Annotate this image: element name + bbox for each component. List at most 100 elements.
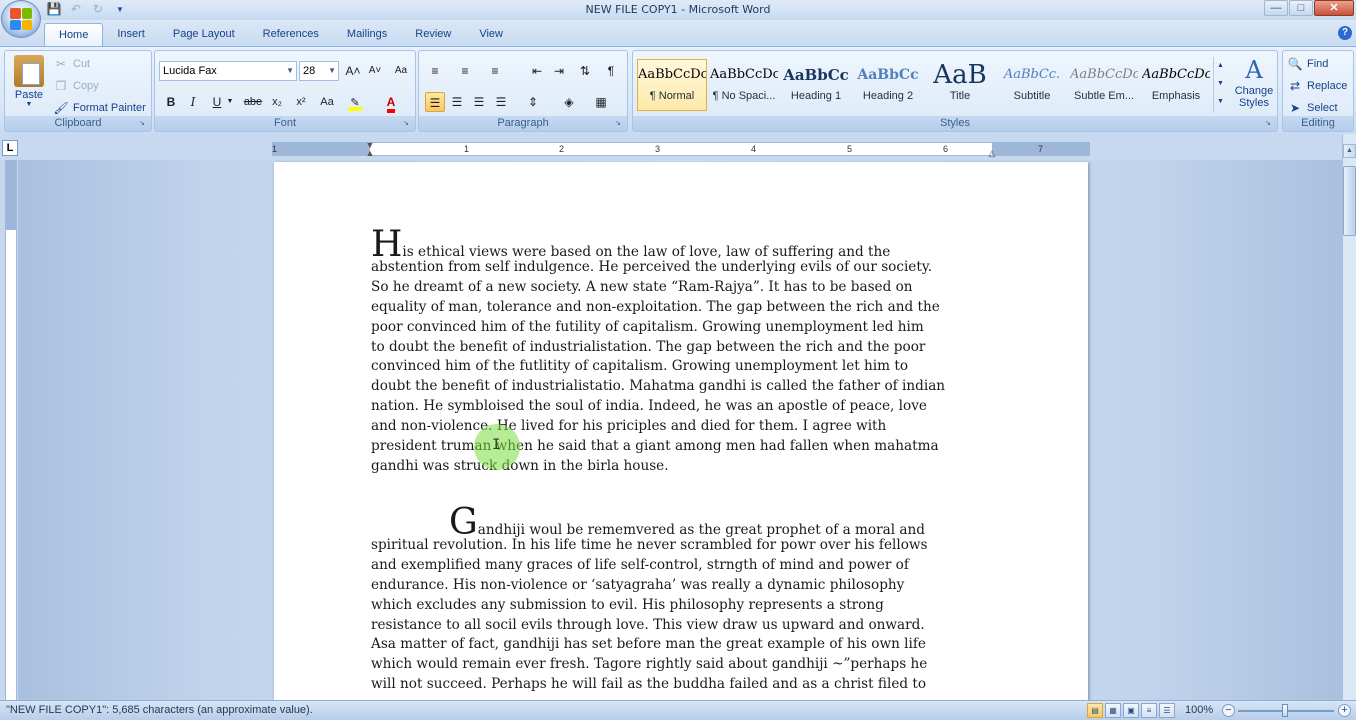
outline-icon[interactable]: ≡ <box>1141 703 1157 718</box>
document-page[interactable]: His ethical views were based on the law … <box>274 162 1088 700</box>
shading-icon[interactable]: ◈ <box>559 92 579 112</box>
paragraph-launcher-icon[interactable]: ↘ <box>615 119 624 128</box>
increase-indent-icon[interactable]: ⇥ <box>549 61 569 81</box>
font-size-combo[interactable]: 28 ▼ <box>299 61 339 81</box>
select-button[interactable]: ➤ Select <box>1287 99 1338 117</box>
clipboard-launcher-icon[interactable]: ↘ <box>139 119 148 128</box>
tab-review[interactable]: Review <box>401 23 465 46</box>
superscript-button[interactable]: x² <box>291 92 311 112</box>
zoom-level[interactable]: 100% <box>1185 704 1213 716</box>
format-painter-button[interactable]: 🖌 Format Painter <box>53 99 145 117</box>
style-sample: AaBbCc <box>857 67 919 83</box>
copy-button[interactable]: ❐ Copy <box>53 77 99 95</box>
style-sample: AaBbCcDc <box>710 67 778 82</box>
full-screen-reading-icon[interactable]: ▦ <box>1105 703 1121 718</box>
tab-selector[interactable]: L <box>2 140 18 156</box>
help-icon[interactable]: ? <box>1338 26 1352 40</box>
tab-home[interactable]: Home <box>44 23 104 46</box>
tab-insert[interactable]: Insert <box>103 23 159 46</box>
styles-scroll[interactable]: ▲ ▼ ▼ <box>1213 57 1227 113</box>
scroll-up-icon[interactable]: ▲ <box>1343 144 1356 158</box>
vertical-ruler[interactable] <box>5 160 17 700</box>
save-icon[interactable]: 💾 <box>46 2 62 17</box>
print-layout-icon[interactable]: ▤ <box>1087 703 1103 718</box>
style-subtitle[interactable]: AaBbCc. Subtitle <box>997 59 1067 111</box>
chevron-down-icon[interactable]: ▼ <box>1214 75 1227 93</box>
style-heading-2[interactable]: AaBbCc Heading 2 <box>853 59 923 111</box>
borders-icon[interactable]: ▦ <box>591 92 611 112</box>
customize-qat-icon[interactable]: ▼ <box>112 2 128 17</box>
web-layout-icon[interactable]: ▣ <box>1123 703 1139 718</box>
tab-page-layout[interactable]: Page Layout <box>159 23 249 46</box>
right-indent-marker[interactable]: △ <box>987 149 997 158</box>
justify-icon[interactable]: ☰ <box>491 92 511 112</box>
style-no-spacing[interactable]: AaBbCcDc ¶ No Spaci... <box>709 59 779 111</box>
style-title[interactable]: AaB Title <box>925 59 995 111</box>
zoom-slider-thumb[interactable] <box>1282 704 1288 717</box>
strikethrough-button[interactable]: abe <box>241 92 265 112</box>
style-heading-1[interactable]: AaBbCc Heading 1 <box>781 59 851 111</box>
zoom-out-icon[interactable]: − <box>1222 704 1235 717</box>
status-bar: "NEW FILE COPY1": 5,685 characters (an a… <box>0 700 1356 720</box>
minimize-button[interactable]: — <box>1264 0 1288 16</box>
cut-button[interactable]: ✂ Cut <box>53 55 90 73</box>
vertical-scrollbar[interactable]: ▲ <box>1342 134 1356 700</box>
decrease-indent-icon[interactable]: ⇤ <box>527 61 547 81</box>
paste-icon <box>14 55 44 87</box>
show-hide-button[interactable]: ¶ <box>601 61 621 81</box>
text-line: and non-violence. He lived for his prici… <box>371 418 887 435</box>
align-right-icon[interactable]: ☰ <box>469 92 489 112</box>
subscript-button[interactable]: x₂ <box>267 92 287 112</box>
tab-references[interactable]: References <box>249 23 333 46</box>
font-name-combo[interactable]: Lucida Fax ▼ <box>159 61 297 81</box>
align-left-icon[interactable]: ☰ <box>425 92 445 112</box>
replace-label: Replace <box>1307 80 1348 92</box>
shrink-font-button[interactable]: A˅ <box>365 61 385 81</box>
paragraph-1[interactable]: His ethical views were based on the law … <box>371 227 1011 477</box>
office-button[interactable] <box>1 0 41 38</box>
hanging-indent-marker[interactable]: ▲ <box>365 149 375 158</box>
binoculars-icon: 🔍 <box>1287 57 1303 71</box>
paste-label: Paste <box>14 89 44 101</box>
font-launcher-icon[interactable]: ↘ <box>403 119 412 128</box>
paragraph-2[interactable]: Gandhiji woul be rememvered as the great… <box>371 505 1011 695</box>
find-button[interactable]: 🔍 Find <box>1287 55 1329 73</box>
text-line: to doubt the benefit of industrialistati… <box>371 338 926 355</box>
italic-button[interactable]: I <box>183 92 203 112</box>
align-center-icon[interactable]: ☰ <box>447 92 467 112</box>
bullets-icon[interactable]: ≡ <box>425 61 445 81</box>
highlight-icon[interactable]: ✎ <box>345 92 365 112</box>
bold-button[interactable]: B <box>161 92 181 112</box>
chevron-down-icon[interactable]: ▼ <box>225 92 235 112</box>
grow-font-button[interactable]: A˄ <box>343 61 363 81</box>
tab-mailings[interactable]: Mailings <box>333 23 401 46</box>
style-normal[interactable]: AaBbCcDc ¶ Normal <box>637 59 707 111</box>
sort-icon[interactable]: ⇅ <box>575 61 595 81</box>
font-color-icon[interactable]: A <box>381 92 401 113</box>
style-emphasis[interactable]: AaBbCcDc Emphasis <box>1141 59 1211 111</box>
redo-icon[interactable]: ↻ <box>90 2 106 17</box>
replace-button[interactable]: ⇄ Replace <box>1287 77 1347 95</box>
numbering-icon[interactable]: ≡ <box>455 61 475 81</box>
close-button[interactable]: ✕ <box>1314 0 1354 16</box>
horizontal-ruler[interactable]: 1 1 2 3 4 5 6 7 ▼ ▲ △ <box>272 141 1090 158</box>
line-spacing-icon[interactable]: ⇕ <box>523 92 543 112</box>
underline-button[interactable]: U <box>207 92 227 112</box>
multilevel-list-icon[interactable]: ≡ <box>485 61 505 81</box>
scrollbar-thumb[interactable] <box>1343 166 1356 236</box>
maximize-button[interactable]: □ <box>1289 0 1313 16</box>
zoom-in-icon[interactable]: + <box>1338 704 1351 717</box>
style-subtle-emphasis[interactable]: AaBbCcDc Subtle Em... <box>1069 59 1139 111</box>
tab-view[interactable]: View <box>465 23 517 46</box>
draft-icon[interactable]: ☰ <box>1159 703 1175 718</box>
undo-icon[interactable]: ↶ <box>68 2 84 17</box>
clear-formatting-button[interactable]: Aa <box>391 61 411 81</box>
paste-button[interactable]: Paste ▼ <box>9 55 49 108</box>
ribbon-tabs: Home Insert Page Layout References Maili… <box>44 23 517 46</box>
change-styles-button[interactable]: A Change Styles <box>1231 55 1277 109</box>
styles-launcher-icon[interactable]: ↘ <box>1265 119 1274 128</box>
style-sample: AaBbCcDc <box>1070 67 1138 82</box>
change-case-button[interactable]: Aa <box>315 92 339 112</box>
chevron-up-icon[interactable]: ▲ <box>1214 57 1227 75</box>
more-icon[interactable]: ▼ <box>1214 93 1227 111</box>
